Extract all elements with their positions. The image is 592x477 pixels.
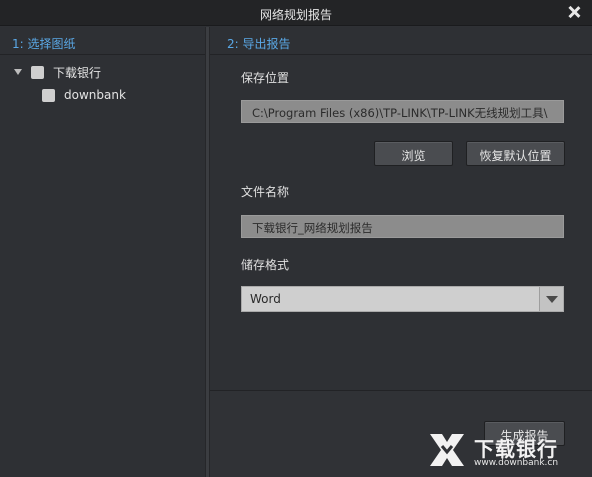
select-drawing-header: 1: 选择图纸	[0, 27, 205, 55]
root-checkbox[interactable]	[31, 65, 44, 79]
tree-root-label: 下载银行	[53, 65, 102, 80]
expand-arrow-icon[interactable]	[14, 69, 22, 75]
storage-format-label: 储存格式	[241, 258, 290, 272]
export-report-header: 2: 导出报告	[210, 27, 592, 55]
restore-default-button[interactable]: 恢复默认位置	[466, 141, 565, 166]
file-name-label: 文件名称	[241, 185, 290, 199]
tree-item-root[interactable]: 下载银行	[14, 63, 101, 81]
title-bar: 网络规划报告	[0, 0, 592, 26]
storage-format-select[interactable]: Word	[241, 286, 564, 312]
dropdown-arrow-icon[interactable]	[539, 287, 563, 311]
watermark-url: www.downbank.cn	[474, 458, 559, 468]
save-location-label: 保存位置	[241, 71, 290, 85]
drawing-select-panel: 1: 选择图纸 下载银行 downbank	[0, 27, 205, 477]
watermark: 下载银行 www.downbank.cn	[428, 432, 588, 472]
tree-item-child[interactable]: downbank	[42, 86, 126, 104]
browse-button[interactable]: 浏览	[374, 141, 453, 166]
save-location-field[interactable]: C:\Program Files (x86)\TP-LINK\TP-LINK无线…	[241, 100, 564, 123]
file-name-field[interactable]: 下载银行_网络规划报告	[241, 215, 564, 238]
child-checkbox[interactable]	[42, 88, 55, 102]
tree-child-label: downbank	[64, 88, 126, 102]
storage-format-value: Word	[250, 292, 281, 306]
watermark-logo-icon	[430, 434, 464, 466]
close-icon[interactable]	[566, 4, 582, 20]
export-report-panel: 2: 导出报告 保存位置 C:\Program Files (x86)\TP-L…	[210, 27, 592, 477]
window-title: 网络规划报告	[259, 8, 332, 22]
